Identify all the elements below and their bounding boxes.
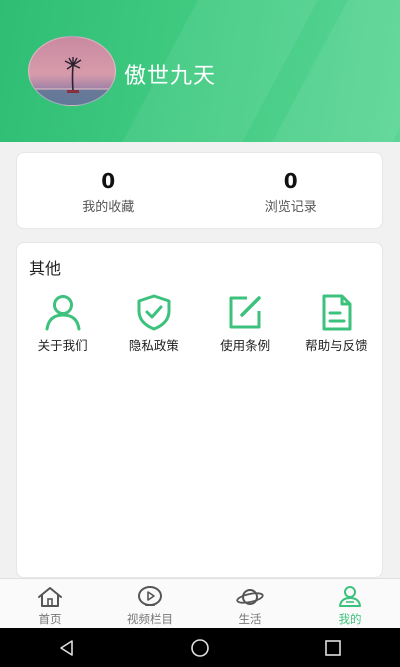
tab-label: 生活 xyxy=(238,612,262,626)
profile-icon xyxy=(339,586,361,607)
stat-history[interactable]: 0 浏览记录 xyxy=(200,153,383,228)
recents-icon xyxy=(325,639,342,656)
menu-help-feedback[interactable]: 帮助与反馈 xyxy=(291,291,382,354)
tab-home[interactable]: 首页 xyxy=(0,579,100,628)
menu-privacy-policy[interactable]: 隐私政策 xyxy=(108,291,199,354)
avatar[interactable] xyxy=(28,36,116,106)
menu-label: 隐私政策 xyxy=(128,338,179,353)
back-icon xyxy=(59,639,73,656)
menu-label: 使用条例 xyxy=(220,338,271,353)
tab-label: 首页 xyxy=(38,612,62,626)
document-icon xyxy=(322,294,352,331)
favorites-label: 我的收藏 xyxy=(82,200,135,215)
tab-mine[interactable]: 我的 xyxy=(300,579,400,628)
home-circle-icon xyxy=(191,638,209,657)
favorites-count: 0 xyxy=(101,169,116,193)
tab-label: 我的 xyxy=(338,612,362,626)
tab-label: 视频栏目 xyxy=(127,612,173,626)
tab-life[interactable]: 生活 xyxy=(200,579,300,628)
menu-terms-of-use[interactable]: 使用条例 xyxy=(200,291,291,354)
home-button[interactable] xyxy=(180,633,220,663)
tab-video[interactable]: 视频栏目 xyxy=(100,579,200,628)
back-button[interactable] xyxy=(47,633,87,663)
profile-header: 傲世九天 xyxy=(0,0,400,142)
menu-label: 关于我们 xyxy=(37,338,88,353)
menu-label: 帮助与反馈 xyxy=(305,338,368,353)
history-label: 浏览记录 xyxy=(264,200,317,215)
edit-icon xyxy=(229,296,261,329)
play-icon xyxy=(138,586,162,606)
recents-button[interactable] xyxy=(313,633,353,663)
bottom-tab-bar: 首页 视频栏目 生活 我的 xyxy=(0,578,400,628)
stats-card: 0 我的收藏 0 浏览记录 xyxy=(16,152,383,229)
system-navigation-bar xyxy=(0,628,400,667)
planet-icon xyxy=(236,589,264,605)
stat-favorites[interactable]: 0 我的收藏 xyxy=(17,153,200,228)
history-count: 0 xyxy=(283,169,298,193)
other-section: 其他 关于我们 隐私政策 使用条例 帮助与反馈 xyxy=(16,242,383,578)
home-icon xyxy=(38,587,62,607)
section-title: 其他 xyxy=(29,259,62,278)
other-menu: 关于我们 隐私政策 使用条例 帮助与反馈 xyxy=(17,291,382,354)
user-icon xyxy=(45,295,81,331)
shield-check-icon xyxy=(137,294,171,331)
username: 傲世九天 xyxy=(124,64,217,89)
menu-about-us[interactable]: 关于我们 xyxy=(17,291,108,354)
